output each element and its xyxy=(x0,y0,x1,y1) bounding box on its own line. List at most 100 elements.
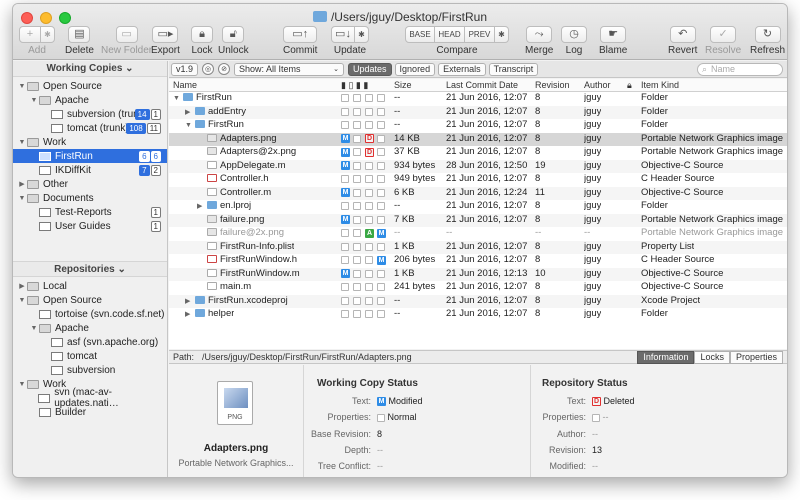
sidebar-item[interactable]: subversion xyxy=(13,363,167,377)
lock-column-icon[interactable]: 🔒︎ xyxy=(627,80,632,91)
info-tab[interactable]: Information xyxy=(637,350,695,364)
author-cell: jguy xyxy=(584,146,602,157)
table-row[interactable]: Adapters@2x.png M D 37 KB 21 Jun 2016, 12:07… xyxy=(169,146,787,160)
source-file-icon xyxy=(207,187,217,196)
commit-button[interactable]: ▭↑ xyxy=(283,26,318,43)
table-row[interactable]: Adapters.png M D 14 KB 21 Jun 2016, 12:07 8 jg… xyxy=(169,132,787,146)
repositories-header[interactable]: Repositories ⌄ xyxy=(13,261,167,277)
sidebar-item[interactable]: ▶ Other xyxy=(13,177,167,191)
export-button[interactable]: ▭▸ xyxy=(152,26,179,43)
refresh-button[interactable]: ↻ xyxy=(754,26,781,43)
wc-tree-conflict-label: Tree Conflict: xyxy=(317,461,371,471)
working-copies-header[interactable]: Working Copies ⌄ xyxy=(13,61,167,77)
table-row[interactable]: FirstRunWindow.h M 206 bytes 21 Jun 2016, 1… xyxy=(169,254,787,268)
delete-label: Delete xyxy=(65,45,94,56)
table-row[interactable]: AppDelegate.m M 934 bytes 28 Jun 2016, 12:5… xyxy=(169,159,787,173)
compare-base-button[interactable]: BASE xyxy=(405,26,435,43)
column-last-commit-date[interactable]: Last Commit Date xyxy=(446,80,518,90)
table-row[interactable]: FirstRun-Info.plist 1 KB 21 Jun 2016, 12:0… xyxy=(169,240,787,254)
sidebar-item[interactable]: ▼ Documents xyxy=(13,191,167,205)
blame-button[interactable]: ☛ xyxy=(600,26,627,43)
sidebar-item[interactable]: Builder xyxy=(13,405,167,419)
column-revision[interactable]: Revision xyxy=(535,80,570,90)
info-tab[interactable]: Properties xyxy=(729,350,783,364)
add-options-button[interactable]: ✱ xyxy=(41,26,55,43)
disclosure-triangle-icon[interactable]: ▶ xyxy=(185,108,195,116)
sidebar-item[interactable]: asf (svn.apache.org) xyxy=(13,335,167,349)
table-row[interactable]: ▶ addEntry -- 21 Jun 2016, 12:07 8 jguy Folder xyxy=(169,105,787,119)
disclosure-triangle-icon[interactable]: ▼ xyxy=(17,139,27,146)
table-row[interactable]: Controller.h 949 bytes 21 Jun 2016, 12:07 8… xyxy=(169,173,787,187)
disclosure-triangle-icon[interactable]: ▼ xyxy=(185,122,195,129)
filter-tab[interactable]: Updates xyxy=(348,62,392,76)
filter-tab[interactable]: Ignored xyxy=(394,62,436,76)
compare-options-button[interactable]: ✱ xyxy=(495,26,509,43)
show-filter-select[interactable]: Show: All Items ⌄ xyxy=(234,62,345,76)
sidebar-item[interactable]: ▼ Open Source xyxy=(13,293,167,307)
disclosure-triangle-icon[interactable]: ▶ xyxy=(197,202,207,210)
disclosure-triangle-icon[interactable]: ▶ xyxy=(17,282,27,290)
new-folder-button[interactable]: ▭ xyxy=(115,26,138,43)
add-button[interactable]: + xyxy=(19,26,41,43)
info-tab[interactable]: Locks xyxy=(694,350,730,364)
sidebar-item[interactable]: ▼ Open Source xyxy=(13,79,167,93)
sidebar-item[interactable]: IKDiffKit 7 2 xyxy=(13,163,167,177)
table-row[interactable]: ▶ en.lproj -- 21 Jun 2016, 12:07 8 jguy Folder xyxy=(169,200,787,214)
sidebar-item[interactable]: ▼ Apache xyxy=(13,93,167,107)
empty-status-icon xyxy=(353,148,361,157)
sidebar-item[interactable]: User Guides 1 xyxy=(13,219,167,233)
sidebar-item[interactable]: FirstRun 6 6 xyxy=(13,149,167,163)
filter-tab[interactable]: Transcript xyxy=(488,62,539,76)
compare-head-button[interactable]: HEAD xyxy=(435,26,465,43)
table-row[interactable]: failure@2x.png A M -- -- -- -- Portable Network… xyxy=(169,227,787,241)
table-row[interactable]: failure.png M 7 KB 21 Jun 2016, 12:07 8 jguy P… xyxy=(169,213,787,227)
compare-prev-button[interactable]: PREV xyxy=(465,26,495,43)
disclosure-triangle-icon[interactable]: ▶ xyxy=(17,180,27,188)
table-row[interactable]: ▼ FirstRun -- 21 Jun 2016, 12:07 8 jguy Folder xyxy=(169,92,787,106)
delete-button[interactable]: ▤ xyxy=(68,26,91,43)
table-row[interactable]: FirstRunWindow.m M 1 KB 21 Jun 2016, 12:13 1… xyxy=(169,267,787,281)
sidebar-item[interactable]: ▼ Apache xyxy=(13,321,167,335)
resolve-button[interactable]: ✓ xyxy=(710,26,737,43)
hide-unversioned-icon[interactable]: ◎ xyxy=(202,63,215,75)
sidebar-item[interactable]: ▼ Work xyxy=(13,135,167,149)
disclosure-triangle-icon[interactable]: ▼ xyxy=(17,381,27,388)
search-input[interactable]: ⌕ Name xyxy=(697,62,783,76)
table-row[interactable]: Controller.m M 6 KB 21 Jun 2016, 12:24 11 jgu… xyxy=(169,186,787,200)
sidebar-item[interactable]: tortoise (svn.code.sf.net) xyxy=(13,307,167,321)
column-author[interactable]: Author xyxy=(584,80,611,90)
sidebar-item[interactable]: Test-Reports 1 xyxy=(13,205,167,219)
sidebar-item[interactable]: tomcat (trunk) 108 11 xyxy=(13,121,167,135)
unlock-button[interactable]: 🔓︎ xyxy=(222,26,245,43)
merge-button[interactable]: ⤳ xyxy=(526,26,553,43)
table-row[interactable]: ▶ helper -- 21 Jun 2016, 12:07 8 jguy Folder xyxy=(169,308,787,322)
search-icon: ⌕ xyxy=(702,63,708,74)
table-row[interactable]: ▶ FirstRun.xcodeproj -- 21 Jun 2016, 12:07 8… xyxy=(169,294,787,308)
update-button[interactable]: ▭↓ xyxy=(331,26,355,43)
update-options-button[interactable]: ✱ xyxy=(355,26,369,43)
version-indicator[interactable]: v1.9 xyxy=(171,62,199,76)
disclosure-triangle-icon[interactable]: ▼ xyxy=(29,97,39,104)
table-row[interactable]: main.m 241 bytes 21 Jun 2016, 12:07 8 jguy Ob… xyxy=(169,281,787,295)
disclosure-triangle-icon[interactable]: ▼ xyxy=(173,95,183,102)
column-status-icons[interactable]: ▮ ▯ ▮ ▮ xyxy=(341,80,368,91)
disclosure-triangle-icon[interactable]: ▼ xyxy=(17,297,27,304)
revert-button[interactable]: ↶ xyxy=(669,26,696,43)
column-size[interactable]: Size xyxy=(394,80,412,90)
disclosure-triangle-icon[interactable]: ▶ xyxy=(185,297,195,305)
disclosure-triangle-icon[interactable]: ▼ xyxy=(29,325,39,332)
disclosure-triangle-icon[interactable]: ▼ xyxy=(17,83,27,90)
no-entry-icon[interactable]: ⊘ xyxy=(218,63,231,75)
sidebar-item[interactable]: subversion (trunk) 14 1 xyxy=(13,107,167,121)
filter-tab[interactable]: Externals xyxy=(438,62,486,76)
log-button[interactable]: ◷ xyxy=(561,26,587,43)
column-item-kind[interactable]: Item Kind xyxy=(641,80,679,90)
lock-button[interactable]: 🔒︎ xyxy=(191,26,213,43)
table-row[interactable]: ▼ FirstRun -- 21 Jun 2016, 12:07 8 jguy Folder xyxy=(169,119,787,133)
sidebar-item[interactable]: tomcat xyxy=(13,349,167,363)
disclosure-triangle-icon[interactable]: ▼ xyxy=(17,195,27,202)
sidebar-item[interactable]: svn (mac-av-updates.nati… xyxy=(13,387,167,409)
sidebar-item[interactable]: ▶ Local xyxy=(13,279,167,293)
column-name[interactable]: Name xyxy=(173,80,197,90)
disclosure-triangle-icon[interactable]: ▶ xyxy=(185,310,195,318)
